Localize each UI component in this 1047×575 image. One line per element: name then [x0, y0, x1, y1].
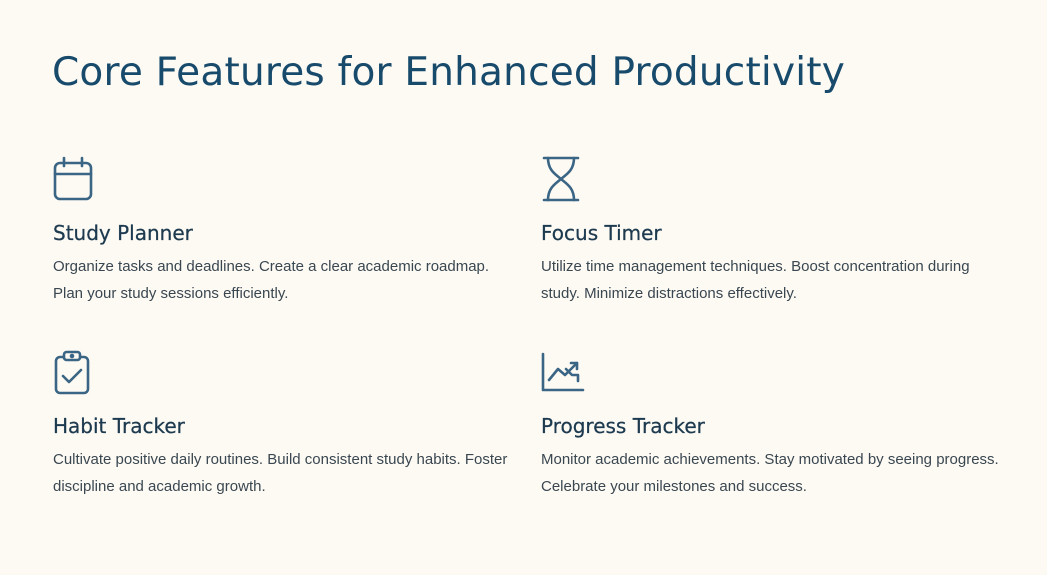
feature-description: Monitor academic achievements. Stay moti… — [541, 451, 999, 495]
feature-title: Study Planner — [53, 221, 193, 245]
feature-title: Habit Tracker — [53, 414, 185, 438]
feature-title: Progress Tracker — [541, 414, 705, 438]
page-title: Core Features for Enhanced Productivity — [52, 50, 846, 95]
hourglass-icon — [541, 156, 585, 202]
trending-up-chart-icon — [541, 350, 585, 396]
feature-title: Focus Timer — [541, 221, 662, 245]
feature-description: Utilize time management techniques. Boos… — [541, 258, 970, 302]
feature-description: Organize tasks and deadlines. Create a c… — [53, 258, 490, 302]
feature-description: Cultivate positive daily routines. Build… — [53, 451, 508, 495]
calendar-icon — [53, 156, 97, 202]
clipboard-check-icon — [53, 350, 97, 396]
